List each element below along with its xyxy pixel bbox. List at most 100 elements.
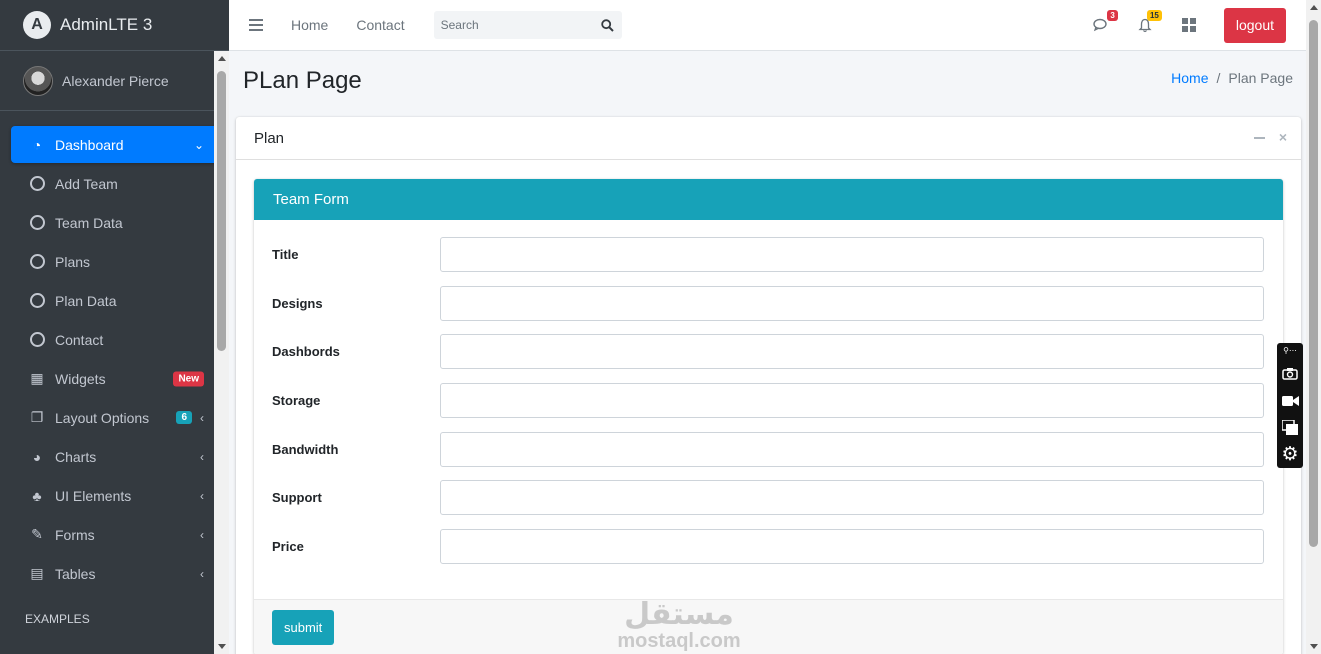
pie-chart-icon: ◕ (32, 448, 42, 465)
capture-widget-toolbar: ⚲⋯ ⚙ (1277, 343, 1303, 468)
sidebar-section-header: EXAMPLES (25, 612, 90, 626)
field-label: Designs (272, 295, 323, 311)
page-scrollbar[interactable] (1306, 0, 1321, 654)
edit-icon: ✎ (31, 526, 43, 542)
sidebar-item-charts[interactable]: ◕ Charts ‹ (11, 438, 218, 475)
minus-icon[interactable] (1253, 136, 1265, 139)
sidebar-item-tables[interactable]: ▤ Tables ‹ (11, 555, 218, 592)
field-label: Dashbords (272, 344, 340, 360)
field-label: Support (272, 490, 322, 506)
scroll-up-icon[interactable] (1310, 5, 1318, 10)
sidebar-item-ui-elements[interactable]: ♣ UI Elements ‹ (11, 477, 218, 514)
notifications-dropdown[interactable]: 15 (1136, 10, 1162, 34)
sidebar-item-dashboard[interactable]: ◔ Dashboard ⌄ (11, 126, 218, 163)
bandwidth-field[interactable] (440, 431, 1264, 467)
form-row-support: Support (272, 480, 1265, 516)
apps-button[interactable] (1180, 16, 1198, 34)
top-navbar: Home Contact 3 15 logout (229, 0, 1306, 51)
breadcrumb-separator: / (1216, 70, 1221, 86)
messages-count-badge: 3 (1107, 10, 1118, 21)
nav-link-contact[interactable]: Contact (356, 17, 404, 33)
windows-icon[interactable] (1277, 414, 1303, 441)
team-form-header: Team Form (254, 179, 1283, 220)
field-label: Title (272, 247, 299, 262)
sidebar-item-label: UI Elements (55, 487, 132, 504)
title-field[interactable] (440, 237, 1264, 272)
watermark: مستقل mostaql.com (599, 600, 759, 654)
page-title: PLan Page (243, 67, 362, 94)
notifications-count-badge: 15 (1146, 10, 1162, 21)
content-wrapper: PLan Page Home / Plan Page Plan × Team F… (229, 51, 1306, 654)
breadcrumb-current: Plan Page (1228, 70, 1293, 86)
field-label: Price (272, 539, 304, 555)
form-row-price: Price (272, 529, 1265, 565)
scrollbar-thumb[interactable] (217, 71, 226, 351)
sidebar-item-plan-data[interactable]: Plan Data (11, 282, 218, 319)
th-large-icon (1181, 18, 1196, 32)
sidebar-item-forms[interactable]: ✎ Forms ‹ (11, 516, 218, 553)
brand-link[interactable]: A AdminLTE 3 (0, 0, 229, 51)
team-form-title: Team Form (273, 191, 349, 208)
scroll-down-icon[interactable] (218, 644, 226, 649)
tachometer-icon: ◔ (32, 136, 42, 153)
logout-button[interactable]: logout (1223, 7, 1286, 43)
chevron-left-icon: ‹ (200, 449, 204, 464)
close-icon[interactable]: × (1279, 130, 1287, 144)
sidebar-item-contact[interactable]: Contact (11, 321, 218, 358)
nav-link-home[interactable]: Home (291, 17, 328, 33)
sidebar-item-team-data[interactable]: Team Data (11, 204, 218, 241)
sidebar-item-layout-options[interactable]: ❐ Layout Options 6 ‹ (11, 399, 218, 436)
tree-icon: ♣ (32, 487, 42, 504)
breadcrumb-home-link[interactable]: Home (1171, 70, 1208, 86)
form-row-title: Title (272, 237, 1265, 272)
chevron-left-icon: ‹ (200, 527, 204, 542)
sidebar-item-label: Forms (55, 526, 95, 543)
form-row-designs: Designs (272, 285, 1265, 321)
sidebar-scrollbar[interactable] (214, 51, 229, 654)
user-name[interactable]: Alexander Pierce (62, 73, 169, 89)
form-body: Title Designs Dashbords Storage Bandwidt… (254, 220, 1283, 565)
sidebar-item-label: Widgets (55, 370, 106, 387)
sidebar-item-widgets[interactable]: ▦ Widgets New (11, 360, 218, 397)
sidebar-item-plans[interactable]: Plans (11, 243, 218, 280)
storage-field[interactable] (440, 383, 1264, 419)
sidebar-item-label: Add Team (55, 175, 118, 192)
form-row-storage: Storage (272, 383, 1265, 419)
table-icon: ▤ (30, 565, 44, 581)
brand-logo-icon: A (23, 11, 51, 39)
dashbords-field[interactable] (440, 334, 1264, 370)
avatar (23, 65, 53, 96)
price-field[interactable] (440, 529, 1264, 565)
form-row-dashbords: Dashbords (272, 334, 1265, 370)
widget-menu-icon[interactable]: ⚲⋯ (1283, 346, 1297, 360)
video-camera-icon[interactable] (1277, 387, 1303, 414)
circle-icon (29, 254, 45, 269)
menu-toggle-icon[interactable] (249, 19, 263, 31)
search-input[interactable] (440, 18, 591, 32)
sidebar-item-label: Plan Data (55, 292, 117, 309)
card-title: Plan (254, 129, 285, 147)
submit-button[interactable]: submit (272, 610, 335, 645)
sidebar-item-label: Contact (55, 331, 104, 348)
team-form-card: Team Form Title Designs Dashbords Storag… (254, 179, 1283, 654)
brand-title: AdminLTE 3 (60, 15, 153, 34)
user-panel[interactable]: Alexander Pierce (0, 51, 229, 111)
sidebar-item-add-team[interactable]: Add Team (11, 165, 218, 202)
form-footer: submit مستقل mostaql.com (254, 599, 1283, 654)
main-sidebar: A AdminLTE 3 Alexander Pierce ◔ Dashboar… (0, 0, 229, 654)
search-icon[interactable] (600, 18, 614, 32)
watermark-latin: mostaql.com (617, 630, 741, 652)
messages-dropdown[interactable]: 3 (1092, 10, 1118, 34)
support-field[interactable] (440, 480, 1264, 516)
chevron-left-icon: ‹ (200, 488, 204, 503)
grid-icon: ▦ (30, 370, 44, 386)
scrollbar-thumb[interactable] (1309, 20, 1318, 547)
form-row-bandwidth: Bandwidth (272, 431, 1265, 467)
comments-icon (1093, 18, 1107, 32)
gear-icon[interactable]: ⚙ (1277, 441, 1303, 468)
scroll-down-icon[interactable] (1310, 644, 1318, 649)
sidebar-item-label: Dashboard (55, 136, 124, 153)
designs-field[interactable] (440, 285, 1264, 321)
scroll-up-icon[interactable] (218, 56, 226, 61)
camera-icon[interactable] (1277, 360, 1303, 387)
